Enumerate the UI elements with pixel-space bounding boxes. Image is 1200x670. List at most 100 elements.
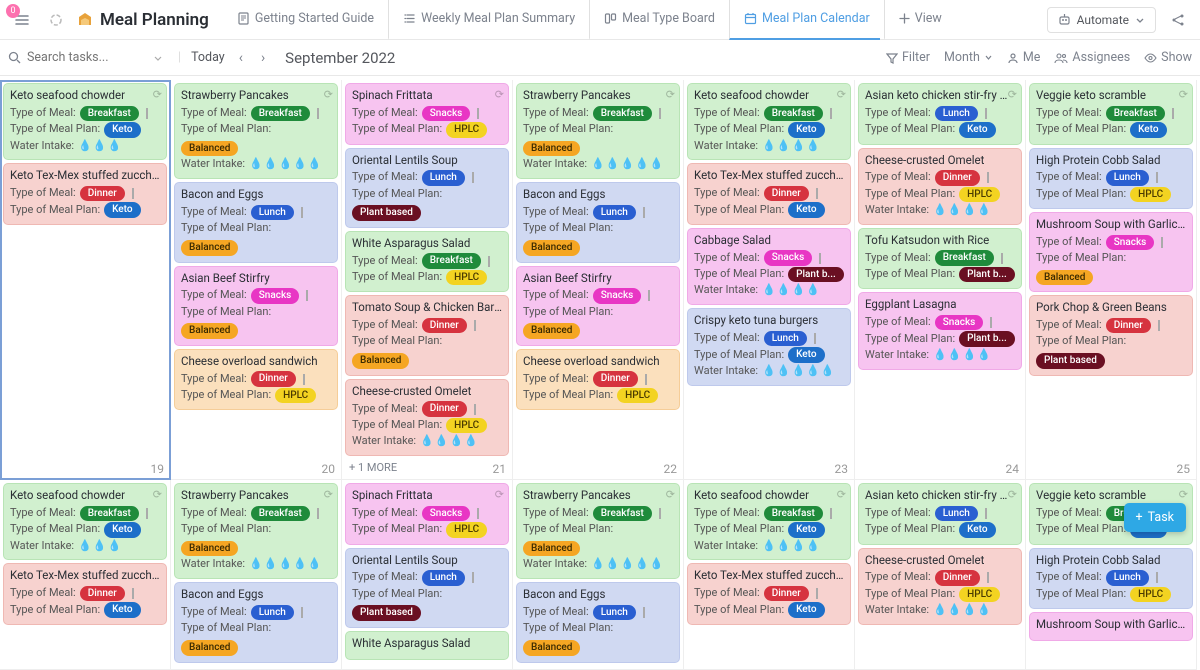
meal-card[interactable]: Bacon and EggsType of Meal:LunchType of …: [516, 182, 680, 262]
meal-card[interactable]: Keto Tex-Mex stuffed zucchini boType of …: [687, 163, 851, 225]
meal-card[interactable]: Mushroom Soup with Garlic Bre: [1029, 612, 1193, 641]
meal-type-label: Type of Meal:: [865, 315, 931, 330]
menu-button[interactable]: 0: [8, 6, 36, 34]
meal-card[interactable]: Oriental Lentils SoupType of Meal:LunchT…: [345, 548, 509, 628]
meal-card[interactable]: Asian keto chicken stir-fry with th⟳Type…: [858, 483, 1022, 545]
meal-card[interactable]: Keto seafood chowder⟳Type of Meal:Breakf…: [3, 83, 167, 160]
meal-plan-pill: Balanced: [181, 141, 238, 157]
meal-type-label: Type of Meal:: [181, 605, 247, 620]
calendar-day[interactable]: Asian keto chicken stir-fry with th⟳Type…: [855, 480, 1026, 670]
tab-weekly-meal-plan-summary[interactable]: Weekly Meal Plan Summary: [388, 0, 585, 40]
meal-card[interactable]: Bacon and EggsType of Meal:LunchType of …: [174, 182, 338, 262]
meal-card[interactable]: Cheese-crusted OmeletType of Meal:Dinner…: [858, 548, 1022, 625]
meal-card[interactable]: Spinach Frittata⟳Type of Meal:SnacksType…: [345, 483, 509, 545]
meal-card[interactable]: Oriental Lentils SoupType of Meal:LunchT…: [345, 148, 509, 228]
show-button[interactable]: Show: [1144, 50, 1192, 65]
calendar-day[interactable]: Strawberry Pancakes⟳Type of Meal:Breakfa…: [171, 480, 342, 670]
tab-view[interactable]: View: [884, 0, 952, 40]
meal-card[interactable]: Crispy keto tuna burgersType of Meal:Lun…: [687, 308, 851, 385]
meal-card[interactable]: Bacon and EggsType of Meal:LunchType of …: [516, 582, 680, 662]
calendar-day[interactable]: Asian keto chicken stir-fry with broc⟳Ty…: [855, 80, 1026, 480]
meal-card[interactable]: Keto seafood chowder⟳Type of Meal:Breakf…: [3, 483, 167, 560]
meal-card[interactable]: Bacon and EggsType of Meal:LunchType of …: [174, 582, 338, 662]
calendar-day[interactable]: Keto seafood chowder⟳Type of Meal:Breakf…: [0, 480, 171, 670]
meal-card[interactable]: Tomato Soup & Chicken BarbecueType of Me…: [345, 295, 509, 375]
calendar-day[interactable]: Strawberry Pancakes⟳Type of Meal:Breakfa…: [171, 80, 342, 480]
search-input[interactable]: [27, 50, 147, 65]
chevron-down-icon[interactable]: [153, 53, 163, 63]
meal-card[interactable]: Cheese overload sandwichType of Meal:Din…: [516, 349, 680, 411]
calendar-day[interactable]: Keto seafood chowder⟳Type of Meal:Breakf…: [684, 480, 855, 670]
calendar-day[interactable]: Veggie keto scramble⟳Type of Meal:Breakf…: [1026, 80, 1197, 480]
share-button[interactable]: [1164, 6, 1192, 34]
water-intake-label: Water Intake:: [694, 364, 758, 379]
meal-card[interactable]: Keto Tex-Mex stuffed zucchini boType of …: [3, 563, 167, 625]
meal-card[interactable]: Strawberry Pancakes⟳Type of Meal:Breakfa…: [516, 483, 680, 579]
today-button[interactable]: Today: [191, 50, 225, 65]
meal-type-label: Type of Meal:: [694, 586, 760, 601]
meal-card[interactable]: White Asparagus Salad: [345, 631, 509, 660]
meal-card[interactable]: Cheese-crusted OmeletType of Meal:Dinner…: [345, 379, 509, 456]
meal-card[interactable]: Cabbage SaladType of Meal:SnacksType of …: [687, 228, 851, 305]
user-icon: [1007, 52, 1019, 64]
meal-card[interactable]: Keto Tex-Mex stuffed zucchini boatType o…: [3, 163, 167, 225]
meal-card[interactable]: Strawberry Pancakes⟳Type of Meal:Breakfa…: [174, 83, 338, 179]
meal-card[interactable]: Asian Beef StirfryType of Meal:SnacksTyp…: [516, 266, 680, 346]
meal-type-label: Type of Meal:: [1036, 106, 1102, 121]
next-month-button[interactable]: ›: [257, 50, 269, 66]
add-task-button[interactable]: + Task: [1124, 503, 1186, 532]
calendar-day[interactable]: Strawberry Pancakes⟳Type of Meal:Breakfa…: [513, 80, 684, 480]
meal-card[interactable]: Spinach Frittata⟳Type of Meal:SnacksType…: [345, 83, 509, 145]
meal-card[interactable]: Keto seafood chowder⟳Type of Meal:Breakf…: [687, 483, 851, 560]
meal-card[interactable]: Tofu Katsudon with RiceType of Meal:Brea…: [858, 228, 1022, 290]
water-drops: 💧💧💧💧💧: [591, 557, 664, 572]
meal-card[interactable]: Strawberry Pancakes⟳Type of Meal:Breakfa…: [516, 83, 680, 179]
meal-plan-label: Type of Meal Plan:: [523, 305, 613, 320]
meal-plan-pill: Balanced: [523, 240, 580, 256]
meal-plan-label: Type of Meal Plan:: [10, 603, 100, 618]
calendar-day[interactable]: Spinach Frittata⟳Type of Meal:SnacksType…: [342, 480, 513, 670]
meal-card[interactable]: High Protein Cobb SaladType of Meal:Lunc…: [1029, 148, 1193, 210]
filter-button[interactable]: Filter: [886, 50, 930, 65]
calendar-day[interactable]: Keto seafood chowder⟳Type of Meal:Breakf…: [684, 80, 855, 480]
meal-card[interactable]: Pork Chop & Green BeansType of Meal:Dinn…: [1029, 295, 1193, 375]
tab-getting-started-guide[interactable]: Getting Started Guide: [227, 0, 384, 40]
me-filter-button[interactable]: Me: [1007, 50, 1041, 65]
water-drops: 💧💧💧💧💧: [249, 557, 322, 572]
meal-plan-label: Type of Meal Plan:: [694, 267, 784, 282]
tab-meal-plan-calendar[interactable]: Meal Plan Calendar: [729, 0, 880, 40]
calendar-day[interactable]: Spinach Frittata⟳Type of Meal:SnacksType…: [342, 80, 513, 480]
meal-card[interactable]: Cheese-crusted OmeletType of Meal:Dinner…: [858, 148, 1022, 225]
meal-card[interactable]: Eggplant LasagnaType of Meal:SnacksType …: [858, 292, 1022, 369]
meal-card[interactable]: White Asparagus SaladType of Meal:Breakf…: [345, 231, 509, 293]
meal-card[interactable]: High Protein Cobb SaladType of Meal:Lunc…: [1029, 548, 1193, 610]
meal-card[interactable]: Asian Beef StirfryType of Meal:SnacksTyp…: [174, 266, 338, 346]
tab-meal-type-board[interactable]: Meal Type Board: [589, 0, 725, 40]
meal-card[interactable]: Cheese overload sandwichType of Meal:Din…: [174, 349, 338, 411]
filter-icon: [886, 52, 898, 64]
loading-button[interactable]: [42, 6, 70, 34]
meal-card[interactable]: Keto seafood chowder⟳Type of Meal:Breakf…: [687, 83, 851, 160]
top-bar: 0 Meal Planning Getting Started GuideWee…: [0, 0, 1200, 40]
assignees-button[interactable]: Assignees: [1054, 50, 1130, 65]
share-icon: [1171, 13, 1185, 27]
water-drop-icon: 💧: [591, 557, 605, 572]
meal-card-title: Strawberry Pancakes: [523, 88, 673, 104]
meal-plan-label: Type of Meal Plan:: [352, 122, 442, 137]
meal-type-label: Type of Meal:: [352, 170, 418, 185]
meal-card-title: White Asparagus Salad: [352, 236, 502, 252]
calendar-day[interactable]: Strawberry Pancakes⟳Type of Meal:Breakfa…: [513, 480, 684, 670]
meal-card[interactable]: Strawberry Pancakes⟳Type of Meal:Breakfa…: [174, 483, 338, 579]
automate-button[interactable]: Automate: [1047, 7, 1156, 33]
meal-card[interactable]: Keto Tex-Mex stuffed zucchini boType of …: [687, 563, 851, 625]
calendar-day[interactable]: Keto seafood chowder⟳Type of Meal:Breakf…: [0, 80, 171, 480]
meal-card[interactable]: Mushroom Soup with Garlic BreType of Mea…: [1029, 212, 1193, 292]
meal-type-label: Type of Meal:: [181, 506, 247, 521]
meal-type-label: Type of Meal:: [352, 570, 418, 585]
more-link[interactable]: + 1 MORE: [345, 459, 509, 476]
meal-type-pill: Breakfast: [593, 506, 652, 522]
prev-month-button[interactable]: ‹: [235, 50, 247, 66]
meal-card[interactable]: Asian keto chicken stir-fry with broc⟳Ty…: [858, 83, 1022, 145]
month-dropdown[interactable]: Month: [944, 50, 993, 65]
meal-card[interactable]: Veggie keto scramble⟳Type of Meal:Breakf…: [1029, 83, 1193, 145]
